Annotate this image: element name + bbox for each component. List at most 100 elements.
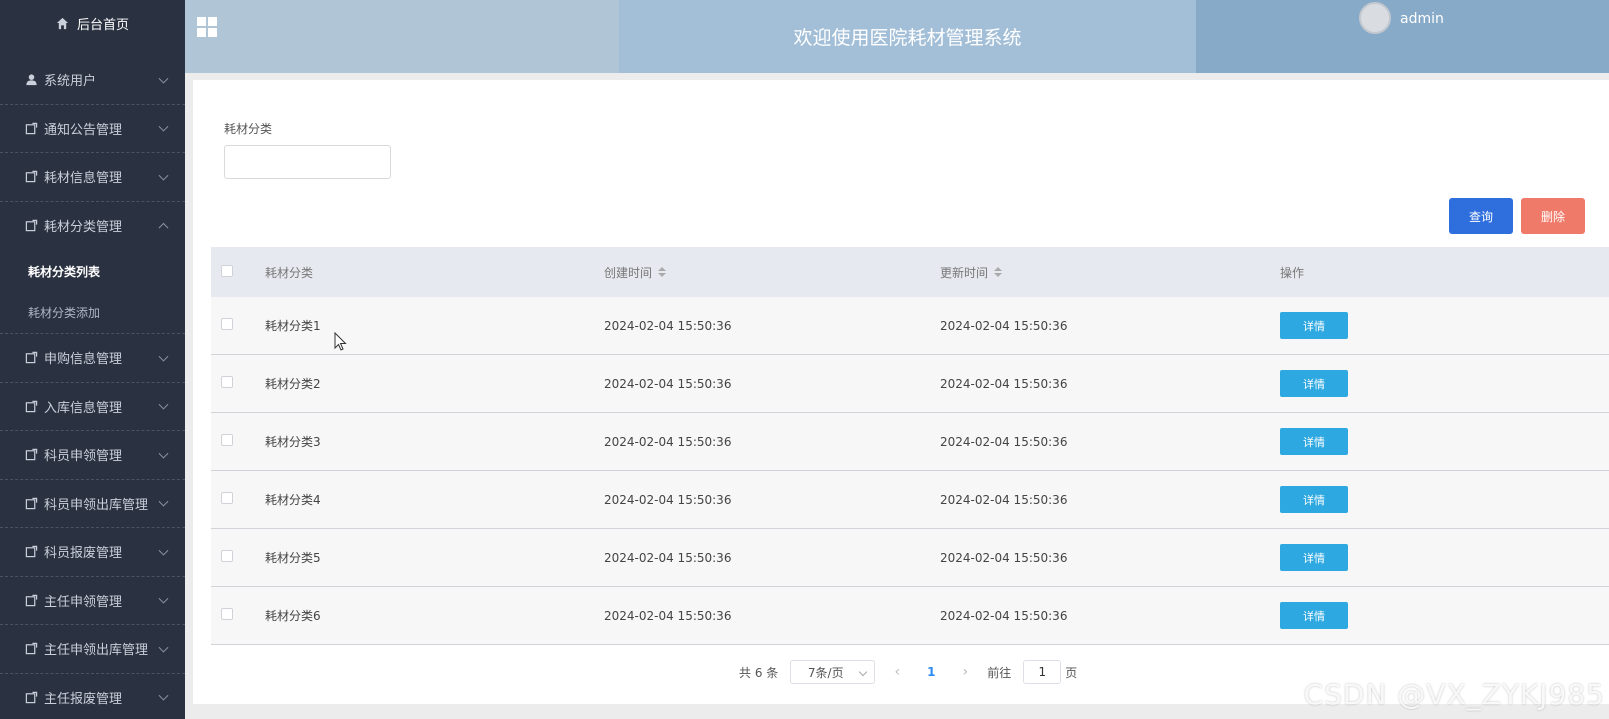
column-header-label: 创建时间 (604, 265, 653, 280)
edit-doc-icon (24, 121, 38, 135)
sidebar-item-label: 通知公告管理 (44, 122, 123, 138)
chevron-down-icon (158, 351, 169, 362)
sidebar-sub-label: 耗材分类添加 (28, 306, 101, 320)
sidebar-item-consumable-info[interactable]: 耗材信息管理 (0, 153, 185, 202)
detail-button[interactable]: 详情 (1280, 544, 1348, 571)
chevron-down-icon (158, 642, 169, 653)
chevron-down-icon (158, 448, 169, 459)
chevron-down-icon (158, 399, 169, 410)
cell-created: 2024-02-04 15:50:36 (604, 608, 732, 623)
detail-button[interactable]: 详情 (1280, 486, 1348, 513)
select-all-checkbox[interactable] (221, 264, 233, 277)
edit-doc-icon (24, 351, 38, 365)
sidebar-sub-category-list[interactable]: 耗材分类列表 (0, 250, 185, 292)
edit-doc-icon (24, 219, 38, 233)
chevron-down-icon (158, 593, 169, 604)
cell-created: 2024-02-04 15:50:36 (604, 492, 732, 507)
chevron-down-icon (158, 545, 169, 556)
sort-icon[interactable] (658, 267, 667, 277)
query-button[interactable]: 查询 (1449, 198, 1513, 234)
detail-button[interactable]: 详情 (1280, 602, 1348, 629)
sidebar-sub-label: 耗材分类列表 (28, 264, 101, 279)
sidebar-item-label: 耗材分类管理 (44, 220, 123, 236)
table-row: 耗材分类3 2024-02-04 15:50:36 2024-02-04 15:… (211, 413, 1609, 471)
sidebar-home[interactable]: 后台首页 (0, 0, 185, 46)
edit-doc-icon (24, 448, 38, 462)
goto-page-input[interactable]: 1 (1023, 660, 1062, 684)
cell-created: 2024-02-04 15:50:36 (604, 434, 732, 449)
avatar[interactable] (1359, 2, 1391, 34)
cell-updated: 2024-02-04 15:50:36 (940, 376, 1068, 391)
chevron-down-icon (158, 496, 169, 507)
row-checkbox[interactable] (221, 376, 233, 388)
detail-button[interactable]: 详情 (1280, 370, 1348, 397)
cell-updated: 2024-02-04 15:50:36 (940, 434, 1068, 449)
user-icon (24, 73, 38, 87)
menu-grid-icon[interactable] (197, 17, 217, 37)
main-content: 耗材分类 查询 删除 耗材分类 创建时间 更新时间 操作 耗材分类1 2024-… (193, 80, 1609, 704)
chevron-down-icon (158, 73, 169, 84)
chevron-down-icon (158, 690, 169, 701)
detail-button[interactable]: 详情 (1280, 312, 1348, 339)
table-row: 耗材分类2 2024-02-04 15:50:36 2024-02-04 15:… (211, 355, 1609, 413)
cell-updated: 2024-02-04 15:50:36 (940, 608, 1068, 623)
sidebar-item-director-outbound[interactable]: 主任申领出库管理 (0, 625, 185, 674)
cell-category: 耗材分类4 (265, 493, 321, 507)
pagination-total: 共 6 条 (739, 665, 779, 680)
sidebar-item-notice[interactable]: 通知公告管理 (0, 105, 185, 153)
column-header-label: 更新时间 (940, 265, 989, 280)
next-page-button[interactable]: › (955, 664, 975, 680)
header-title: 欢迎使用医院耗材管理系统 (619, 0, 1196, 73)
username[interactable]: admin (1400, 11, 1444, 27)
row-checkbox[interactable] (221, 550, 233, 562)
sidebar-home-label: 后台首页 (76, 17, 129, 33)
category-search-input[interactable] (224, 145, 391, 179)
column-header-category: 耗材分类 (265, 265, 314, 280)
sidebar-item-director-scrap[interactable]: 主任报废管理 (0, 674, 185, 719)
detail-button[interactable]: 详情 (1280, 428, 1348, 455)
header-left (185, 0, 619, 73)
column-header-updated[interactable]: 更新时间 (940, 264, 1276, 281)
sidebar-item-label: 主任申领管理 (44, 594, 123, 610)
edit-doc-icon (24, 170, 38, 184)
table-row: 耗材分类4 2024-02-04 15:50:36 2024-02-04 15:… (211, 471, 1609, 529)
delete-button[interactable]: 删除 (1521, 198, 1585, 234)
row-checkbox[interactable] (221, 608, 233, 620)
table-row: 耗材分类1 2024-02-04 15:50:36 2024-02-04 15:… (211, 297, 1609, 355)
sidebar-item-staff-outbound[interactable]: 科员申领出库管理 (0, 480, 185, 528)
sidebar-item-label: 申购信息管理 (44, 352, 123, 368)
sidebar-item-stock-in[interactable]: 入库信息管理 (0, 383, 185, 431)
edit-doc-icon (24, 593, 38, 607)
sidebar-item-purchase[interactable]: 申购信息管理 (0, 334, 185, 383)
chevron-up-icon (158, 222, 169, 233)
page-size-select[interactable]: 7条/页 (790, 660, 876, 684)
cell-updated: 2024-02-04 15:50:36 (940, 318, 1068, 333)
mouse-cursor-icon (334, 332, 347, 351)
sidebar-item-director-request[interactable]: 主任申领管理 (0, 577, 185, 625)
watermark: CSDN @VX_ZYKJ985 (1303, 678, 1605, 711)
sidebar-item-label: 科员申领出库管理 (44, 497, 149, 513)
row-checkbox[interactable] (221, 434, 233, 446)
page-number-current[interactable]: 1 (919, 665, 943, 679)
cell-created: 2024-02-04 15:50:36 (604, 376, 732, 391)
sidebar-sub-category-add[interactable]: 耗材分类添加 (0, 292, 185, 334)
sidebar-item-label: 主任报废管理 (44, 691, 123, 707)
sidebar-item-users[interactable]: 系统用户 (0, 56, 185, 105)
prev-page-button[interactable]: ‹ (887, 664, 907, 680)
edit-doc-icon (24, 496, 38, 510)
sidebar-item-category[interactable]: 耗材分类管理 (0, 202, 185, 251)
sidebar-item-label: 耗材信息管理 (44, 171, 123, 187)
page-size-value: 7条/页 (807, 665, 844, 680)
sidebar-item-staff-scrap[interactable]: 科员报废管理 (0, 528, 185, 577)
row-checkbox[interactable] (221, 318, 233, 330)
column-header-created[interactable]: 创建时间 (604, 264, 940, 281)
header-user[interactable]: admin (1196, 0, 1609, 73)
cell-created: 2024-02-04 15:50:36 (604, 318, 732, 333)
cell-category: 耗材分类3 (265, 435, 321, 449)
sidebar-item-staff-request[interactable]: 科员申领管理 (0, 431, 185, 480)
sort-icon[interactable] (994, 267, 1003, 277)
goto-prefix: 前往 (987, 665, 1012, 680)
row-checkbox[interactable] (221, 492, 233, 504)
goto-suffix: 页 (1065, 665, 1078, 680)
category-table: 耗材分类 创建时间 更新时间 操作 耗材分类1 2024-02-04 15:50… (211, 247, 1609, 645)
